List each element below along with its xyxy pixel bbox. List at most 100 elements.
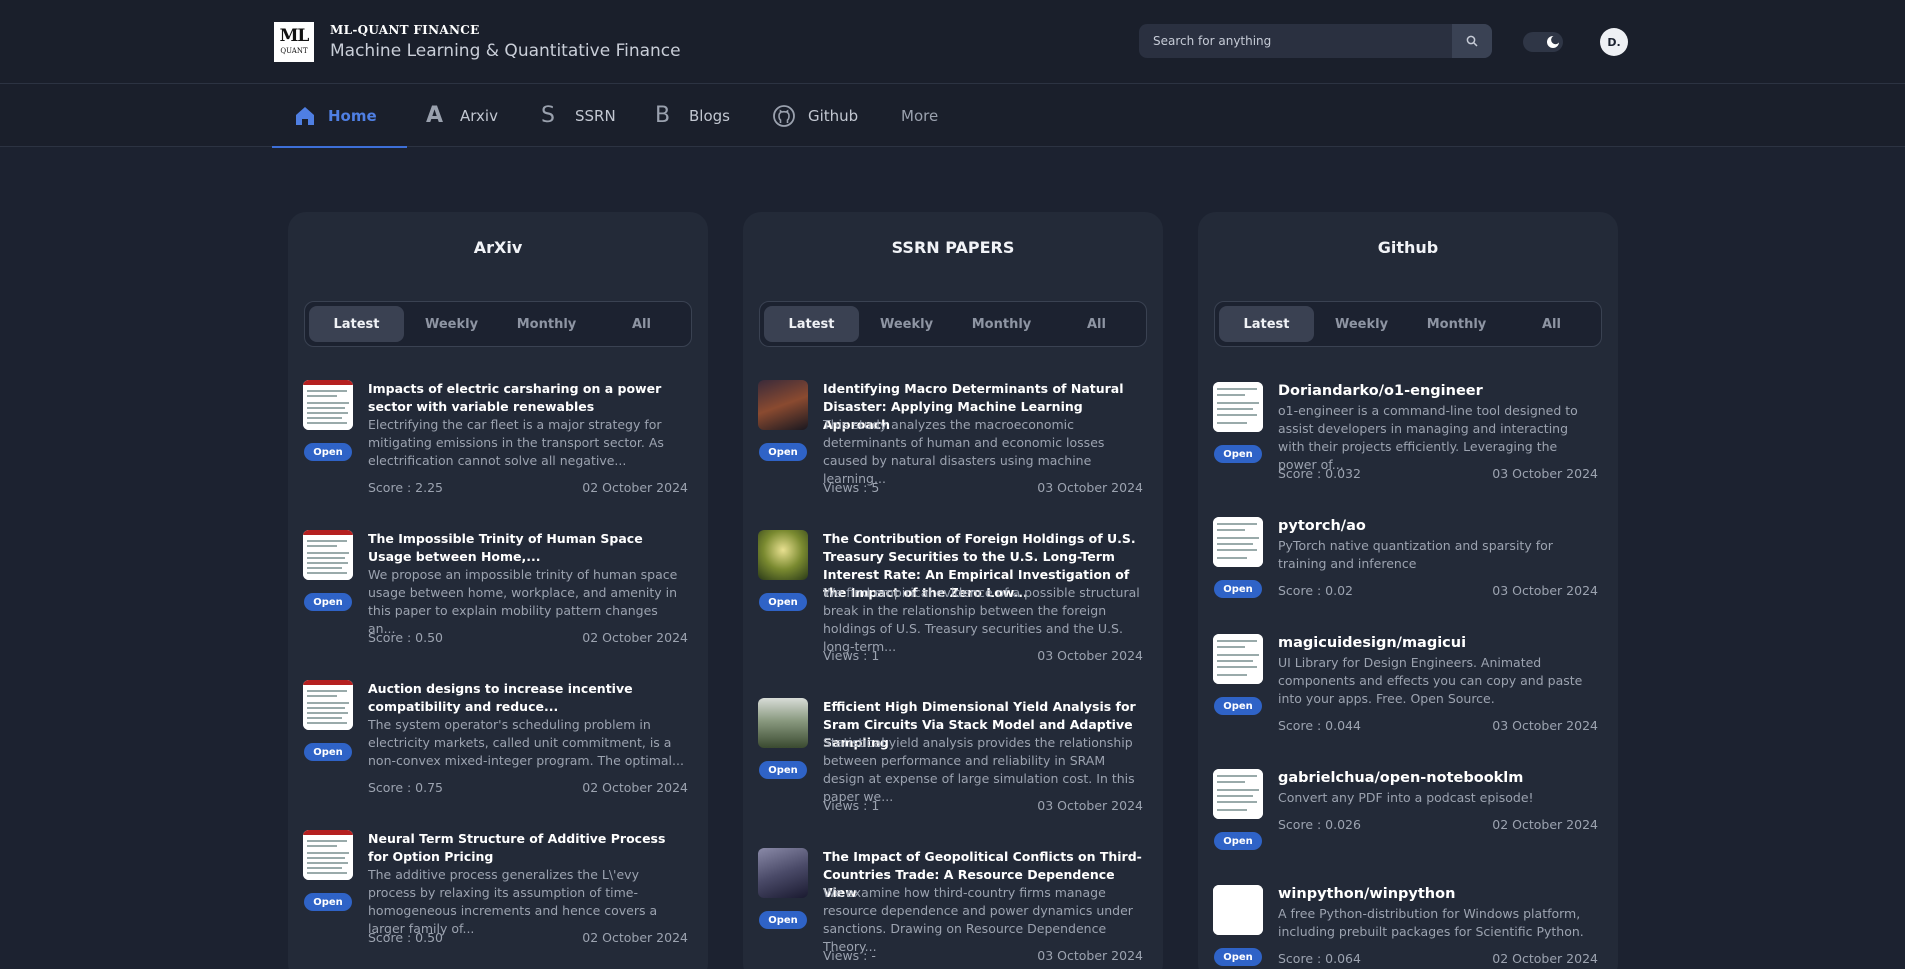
repo-thumbnail <box>1213 885 1263 935</box>
item-meta: Score : 2.25 02 October 2024 <box>368 480 688 495</box>
repo-thumbnail <box>1213 517 1263 567</box>
item-date: 02 October 2024 <box>582 480 688 495</box>
nav-github[interactable]: Github <box>772 84 858 147</box>
nav-home[interactable]: Home <box>272 84 407 148</box>
paper-thumbnail <box>303 380 353 430</box>
item-date: 02 October 2024 <box>582 930 688 945</box>
brand-name[interactable]: ML-QUANT FINANCE <box>330 23 480 37</box>
arxiv-letter-icon: A <box>426 103 444 128</box>
tab-weekly[interactable]: Weekly <box>1314 306 1409 342</box>
open-button[interactable]: Open <box>759 911 807 929</box>
tab-weekly[interactable]: Weekly <box>859 306 954 342</box>
search-bar <box>1139 24 1492 58</box>
open-button[interactable]: Open <box>759 761 807 779</box>
moon-icon <box>1546 35 1560 49</box>
logo-quant-text: QUANT <box>280 47 308 55</box>
tab-monthly[interactable]: Monthly <box>954 306 1049 342</box>
item-score: Score : 0.064 <box>1278 951 1361 966</box>
open-button[interactable]: Open <box>1214 580 1262 598</box>
brand-title[interactable]: Machine Learning & Quantitative Finance <box>330 41 681 61</box>
item-meta: Score : 0.032 03 October 2024 <box>1278 466 1598 481</box>
paper-thumbnail <box>758 698 808 748</box>
open-button[interactable]: Open <box>1214 697 1262 715</box>
tab-all[interactable]: All <box>1504 306 1599 342</box>
user-avatar[interactable]: D. <box>1600 28 1628 56</box>
item-description: The system operator's scheduling problem… <box>368 717 684 768</box>
nav-more[interactable]: More <box>901 84 938 147</box>
theme-toggle[interactable] <box>1523 32 1563 52</box>
paper-thumbnail <box>758 530 808 580</box>
top-header: ML QUANT ML-QUANT FINANCE Machine Learni… <box>0 0 1905 84</box>
item-meta: Score : 0.026 02 October 2024 <box>1278 817 1598 832</box>
item-title[interactable]: The Impossible Trinity of Human Space Us… <box>368 530 688 566</box>
github-tabs: Latest Weekly Monthly All <box>1214 301 1602 347</box>
item-description: Statistical yield analysis provides the … <box>823 735 1135 804</box>
item-date: 03 October 2024 <box>1492 583 1598 598</box>
main-nav: Home A Arxiv S SSRN B Blogs Github More <box>0 84 1905 148</box>
item-description: We propose an impossible trinity of huma… <box>368 567 678 636</box>
nav-blogs[interactable]: B Blogs <box>655 84 730 147</box>
github-column: Github Latest Weekly Monthly All Open Do… <box>1198 212 1618 969</box>
item-meta: Score : 0.75 02 October 2024 <box>368 780 688 795</box>
item-score: Score : 0.50 <box>368 630 443 645</box>
repo-title[interactable]: winpython/winpython <box>1278 885 1598 903</box>
item-date: 03 October 2024 <box>1492 466 1598 481</box>
home-icon <box>294 105 316 127</box>
repo-description: Convert any PDF into a podcast episode! <box>1278 790 1534 805</box>
repo-description: UI Library for Design Engineers. Animate… <box>1278 655 1583 706</box>
item-date: 02 October 2024 <box>582 630 688 645</box>
github-icon <box>772 104 796 128</box>
item-views: Views : - <box>823 948 876 963</box>
search-input[interactable] <box>1139 24 1452 58</box>
item-date: 02 October 2024 <box>1492 817 1598 832</box>
open-button[interactable]: Open <box>1214 832 1262 850</box>
site-logo[interactable]: ML QUANT <box>274 22 314 62</box>
open-button[interactable]: Open <box>304 893 352 911</box>
nav-arxiv[interactable]: A Arxiv <box>426 84 498 147</box>
tab-monthly[interactable]: Monthly <box>499 306 594 342</box>
open-button[interactable]: Open <box>304 443 352 461</box>
item-views: Views : 5 <box>823 480 880 495</box>
item-title[interactable]: Auction designs to increase incentive co… <box>368 680 688 716</box>
tab-latest[interactable]: Latest <box>764 306 859 342</box>
search-button[interactable] <box>1452 24 1492 58</box>
item-score: Score : 0.032 <box>1278 466 1361 481</box>
item-views: Views : 1 <box>823 798 880 813</box>
open-button[interactable]: Open <box>1214 445 1262 463</box>
item-description: Electrifying the car fleet is a major st… <box>368 417 664 468</box>
ssrn-tabs: Latest Weekly Monthly All <box>759 301 1147 347</box>
tab-weekly[interactable]: Weekly <box>404 306 499 342</box>
tab-monthly[interactable]: Monthly <box>1409 306 1504 342</box>
paper-thumbnail <box>303 530 353 580</box>
item-meta: Views : 5 03 October 2024 <box>823 480 1143 495</box>
tab-all[interactable]: All <box>594 306 689 342</box>
item-meta: Score : 0.064 02 October 2024 <box>1278 951 1598 966</box>
ssrn-column-title: SSRN PAPERS <box>891 238 1015 257</box>
nav-ssrn[interactable]: S SSRN <box>541 84 616 147</box>
repo-title[interactable]: pytorch/ao <box>1278 517 1598 535</box>
open-button[interactable]: Open <box>759 443 807 461</box>
nav-github-label: Github <box>808 106 859 125</box>
tab-latest[interactable]: Latest <box>1219 306 1314 342</box>
repo-thumbnail <box>1213 382 1263 432</box>
item-date: 02 October 2024 <box>582 780 688 795</box>
tab-latest[interactable]: Latest <box>309 306 404 342</box>
item-score: Score : 2.25 <box>368 480 443 495</box>
repo-title[interactable]: Doriandarko/o1-engineer <box>1278 382 1598 400</box>
open-button[interactable]: Open <box>1214 948 1262 966</box>
paper-thumbnail <box>758 848 808 898</box>
open-button[interactable]: Open <box>759 593 807 611</box>
repo-description: o1-engineer is a command-line tool desig… <box>1278 403 1578 472</box>
item-title[interactable]: Impacts of electric carsharing on a powe… <box>368 380 688 416</box>
item-date: 03 October 2024 <box>1037 480 1143 495</box>
repo-title[interactable]: magicuidesign/magicui <box>1278 634 1598 652</box>
paper-thumbnail <box>758 380 808 430</box>
open-button[interactable]: Open <box>304 743 352 761</box>
repo-title[interactable]: gabrielchua/open-notebooklm <box>1278 769 1598 787</box>
open-button[interactable]: Open <box>304 593 352 611</box>
item-date: 03 October 2024 <box>1037 798 1143 813</box>
item-title[interactable]: Neural Term Structure of Additive Proces… <box>368 830 688 866</box>
arxiv-tabs: Latest Weekly Monthly All <box>304 301 692 347</box>
tab-all[interactable]: All <box>1049 306 1144 342</box>
item-meta: Score : 0.02 03 October 2024 <box>1278 583 1598 598</box>
